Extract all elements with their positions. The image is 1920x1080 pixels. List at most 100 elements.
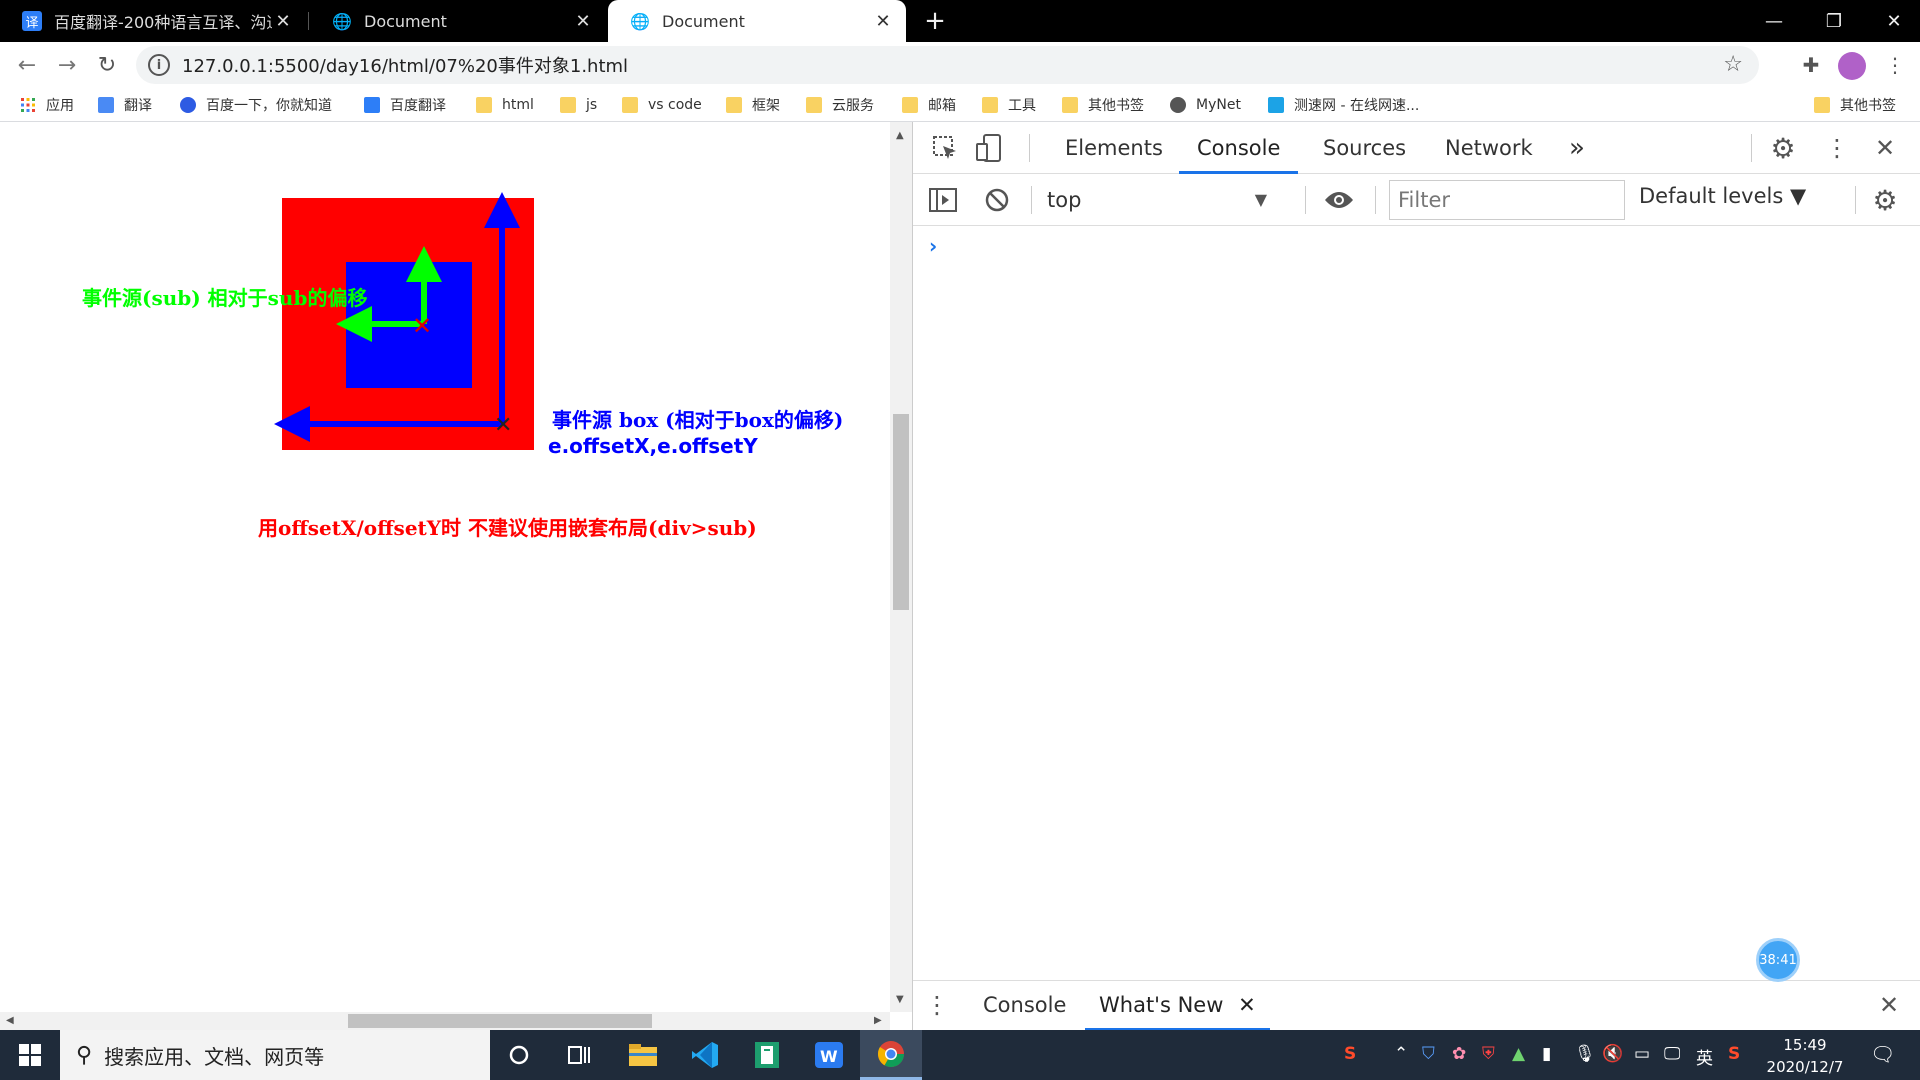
notepad-app-icon[interactable] <box>736 1030 798 1080</box>
microphone-icon[interactable]: 🎙 <box>1574 1044 1596 1064</box>
tab-baidu-translate[interactable]: 译 百度翻译-200种语言互译、沟通 ✕ <box>0 0 306 42</box>
browser-toolbar: ← → ↻ i 127.0.0.1:5500/day16/html/07%20事… <box>0 42 1920 88</box>
bookmark-label: 测速网 - 在线网速... <box>1294 98 1420 114</box>
address-bar[interactable]: i 127.0.0.1:5500/day16/html/07%20事件对象1.h… <box>136 46 1759 84</box>
folder-icon <box>622 97 638 113</box>
network-display-icon[interactable]: 🖵 <box>1664 1044 1680 1064</box>
tab-sources[interactable]: Sources <box>1323 122 1406 174</box>
scroll-left-icon[interactable]: ◀ <box>6 1015 14 1026</box>
reload-icon[interactable]: ↻ <box>90 48 124 82</box>
devtools-menu-icon[interactable]: ⋮ <box>1819 130 1855 166</box>
bookmark-baidu[interactable]: 百度一下，你就知道 <box>180 94 332 116</box>
vscode-icon[interactable] <box>674 1030 736 1080</box>
bookmark-mynet[interactable]: MyNet <box>1170 94 1241 116</box>
bookmark-folder-tools[interactable]: 工具 <box>982 94 1036 116</box>
taskbar-search-box[interactable]: ⚲ 搜索应用、文档、网页等 <box>60 1030 490 1080</box>
photos-app-icon[interactable]: ▲ <box>1512 1044 1525 1064</box>
sogou-ime-icon[interactable]: S <box>1344 1044 1356 1064</box>
scrollbar-thumb[interactable] <box>893 414 909 610</box>
drawer-close-icon[interactable]: ✕ <box>1871 987 1907 1023</box>
bookmark-translate[interactable]: 翻译 <box>98 94 152 116</box>
bookmark-folder-frameworks[interactable]: 框架 <box>726 94 780 116</box>
scroll-right-icon[interactable]: ▶ <box>874 1015 882 1026</box>
task-view-icon[interactable] <box>548 1030 610 1080</box>
bookmark-folder-vscode[interactable]: vs code <box>622 94 702 116</box>
execution-context-select[interactable]: top ▼ <box>1047 184 1267 216</box>
divider <box>1305 186 1306 214</box>
page-vertical-scrollbar[interactable]: ▲ ▼ <box>890 122 912 1012</box>
back-icon[interactable]: ← <box>10 48 44 82</box>
forward-icon[interactable]: → <box>50 48 84 82</box>
bookmark-folder-html[interactable]: html <box>476 94 534 116</box>
more-tabs-icon[interactable]: » <box>1569 122 1585 174</box>
tab-document-1[interactable]: 🌐 Document ✕ <box>310 0 606 42</box>
close-icon[interactable]: ✕ <box>872 11 894 32</box>
minimize-icon[interactable]: — <box>1744 0 1804 42</box>
cortana-icon[interactable] <box>488 1030 550 1080</box>
drawer-menu-icon[interactable]: ⋮ <box>919 987 955 1023</box>
settings-gear-icon[interactable]: ⚙ <box>1765 130 1801 166</box>
sub-div[interactable] <box>346 262 472 388</box>
antivirus-shield-icon[interactable]: ⛨ <box>1482 1044 1495 1064</box>
tab-console[interactable]: Console <box>1179 122 1299 174</box>
page-horizontal-scrollbar[interactable]: ◀ ▶ <box>0 1012 890 1030</box>
scrollbar-thumb[interactable] <box>348 1014 652 1028</box>
box-div[interactable] <box>282 198 534 450</box>
input-language-indicator[interactable]: 英 <box>1696 1044 1713 1069</box>
chrome-taskbar-icon[interactable] <box>860 1030 922 1080</box>
divider <box>1751 134 1752 162</box>
console-prompt[interactable]: › <box>929 234 937 258</box>
bookmark-folder-mail[interactable]: 邮箱 <box>902 94 956 116</box>
windows-start-icon[interactable] <box>0 1030 60 1080</box>
console-settings-gear-icon[interactable]: ⚙ <box>1867 182 1903 218</box>
close-icon[interactable]: ✕ <box>1238 993 1256 1017</box>
globe-icon: 🌐 <box>332 11 352 31</box>
bookmark-speedtest[interactable]: 测速网 - 在线网速... <box>1268 94 1419 116</box>
tab-network[interactable]: Network <box>1445 122 1533 174</box>
context-value: top <box>1047 188 1082 212</box>
close-icon[interactable]: ✕ <box>272 11 294 32</box>
bookmark-apps[interactable]: 应用 <box>20 94 74 116</box>
devtools-close-icon[interactable]: ✕ <box>1867 130 1903 166</box>
flower-app-icon[interactable]: ✿ <box>1452 1044 1466 1064</box>
taskbar-clock[interactable]: 15:49 2020/12/7 <box>1760 1034 1850 1078</box>
scroll-down-icon[interactable]: ▼ <box>896 994 904 1005</box>
bookmark-baidu-translate[interactable]: 百度翻译 <box>364 94 446 116</box>
log-levels-dropdown[interactable]: Default levels ▼ <box>1639 184 1806 208</box>
scroll-up-icon[interactable]: ▲ <box>896 130 904 141</box>
menu-kebab-icon[interactable]: ⋮ <box>1880 50 1910 80</box>
console-filter-input[interactable] <box>1389 180 1625 220</box>
avatar[interactable] <box>1838 52 1866 80</box>
usb-device-icon[interactable]: ▮ <box>1542 1044 1551 1064</box>
recording-timer-badge[interactable]: 38:41 <box>1756 938 1800 982</box>
bookmark-other-bookmarks[interactable]: 其他书签 <box>1814 94 1896 116</box>
drawer-tab-whats-new[interactable]: What's New ✕ <box>1085 981 1270 1031</box>
wps-office-icon[interactable]: W <box>798 1030 860 1080</box>
clear-console-icon[interactable] <box>979 182 1015 218</box>
file-explorer-icon[interactable] <box>612 1030 674 1080</box>
new-tab-button[interactable]: + <box>918 4 952 38</box>
extensions-puzzle-icon[interactable]: ✚ <box>1796 50 1826 80</box>
close-icon[interactable]: ✕ <box>572 11 594 32</box>
bookmark-folder-cloud[interactable]: 云服务 <box>806 94 874 116</box>
window-close-icon[interactable]: ✕ <box>1864 0 1920 42</box>
restore-icon[interactable]: ❐ <box>1804 0 1864 42</box>
inspect-element-icon[interactable] <box>927 130 963 166</box>
security-shield-icon[interactable]: ⛉ <box>1422 1044 1435 1064</box>
tray-overflow-chevron-icon[interactable]: ⌃ <box>1394 1044 1408 1064</box>
tab-document-active[interactable]: 🌐 Document ✕ <box>608 0 906 42</box>
battery-icon[interactable]: ▭ <box>1634 1044 1650 1064</box>
info-icon[interactable]: i <box>148 54 170 76</box>
live-expression-eye-icon[interactable] <box>1321 182 1357 218</box>
tab-elements[interactable]: Elements <box>1065 122 1163 174</box>
bookmark-folder-js[interactable]: js <box>560 94 597 116</box>
bookmark-folder-other[interactable]: 其他书签 <box>1062 94 1144 116</box>
sogou-tray-icon[interactable]: S <box>1728 1044 1740 1064</box>
bookmark-star-icon[interactable]: ☆ <box>1723 52 1743 77</box>
url-text[interactable]: 127.0.0.1:5500/day16/html/07%20事件对象1.htm… <box>182 52 628 78</box>
volume-muted-icon[interactable]: 🔇 <box>1602 1044 1623 1064</box>
notifications-icon[interactable]: 🗨 <box>1870 1042 1895 1066</box>
drawer-tab-console[interactable]: Console <box>983 981 1066 1031</box>
device-toolbar-icon[interactable] <box>971 130 1007 166</box>
sidebar-toggle-icon[interactable] <box>925 182 961 218</box>
